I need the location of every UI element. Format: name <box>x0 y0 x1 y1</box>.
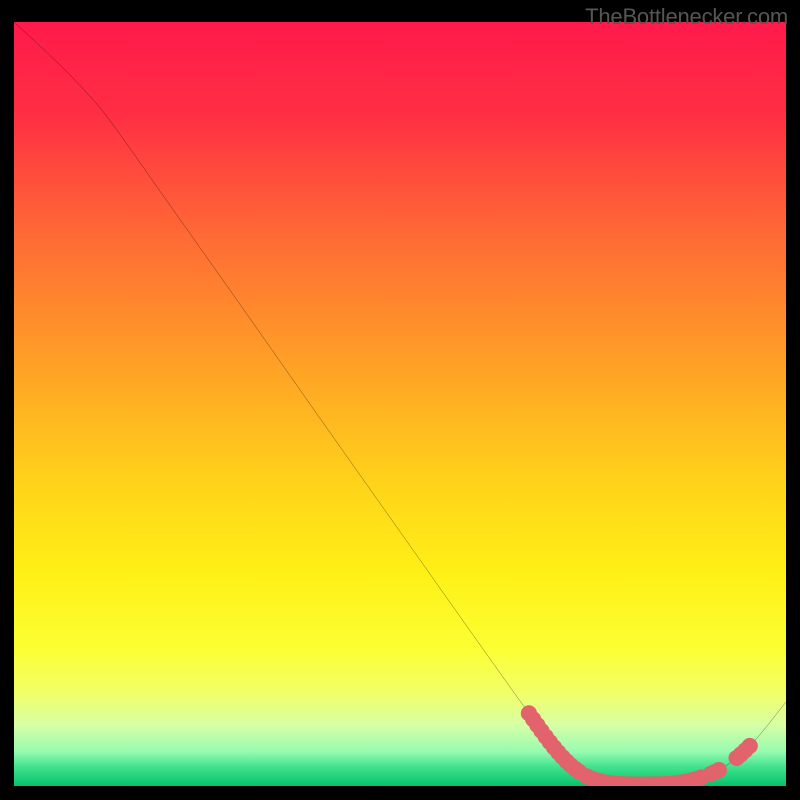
watermark-text: TheBottlenecker.com <box>585 4 788 30</box>
bottleneck-chart <box>14 22 786 786</box>
chart-frame: TheBottlenecker.com <box>0 0 800 800</box>
chart-background <box>14 22 786 786</box>
highlight-dot <box>711 762 727 778</box>
highlight-dot <box>742 738 758 754</box>
